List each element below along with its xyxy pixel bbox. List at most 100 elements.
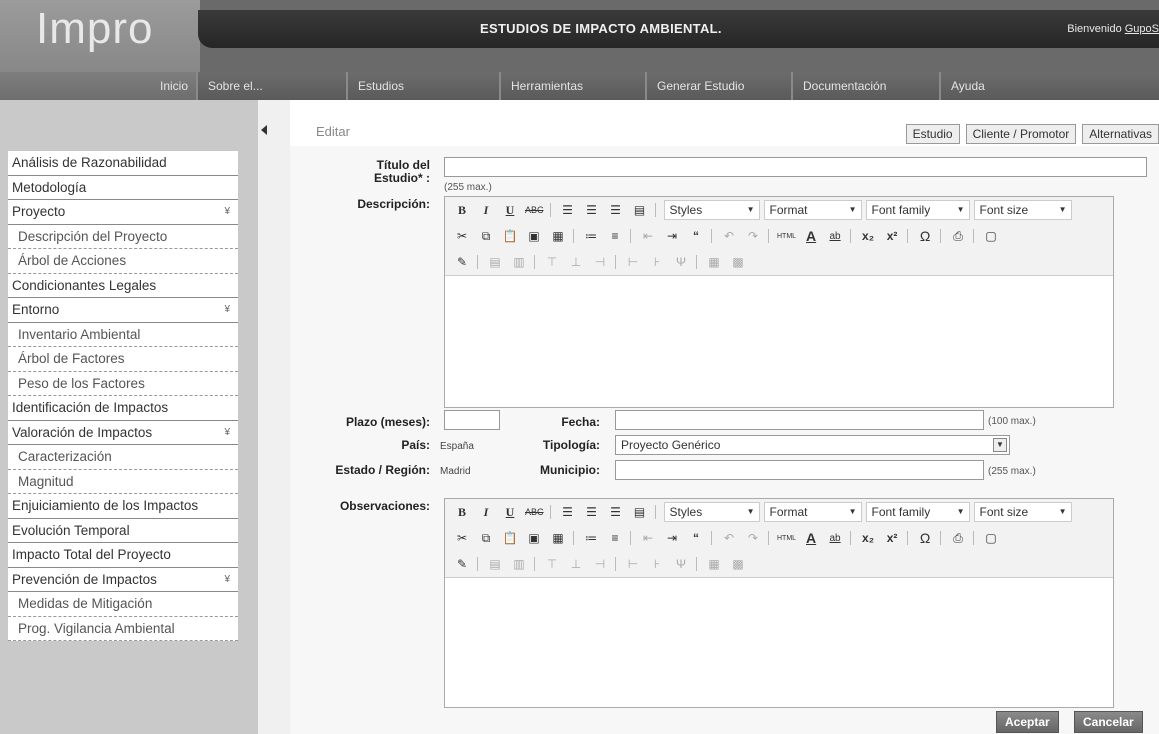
paste-icon[interactable]: 📋 xyxy=(501,531,519,545)
align-right-icon[interactable]: ☰ xyxy=(607,505,625,519)
special-char-icon[interactable]: Ω xyxy=(916,228,934,244)
fullscreen-icon[interactable]: ▢ xyxy=(982,531,1000,545)
descripcion-editor-body[interactable] xyxy=(445,289,1113,407)
html-source-icon[interactable]: HTML xyxy=(777,233,796,240)
sidebar-item[interactable]: Identificación de Impactos xyxy=(8,396,238,421)
nav-sobre[interactable]: Sobre el... xyxy=(198,72,348,100)
delete-row-icon[interactable]: ⊣ xyxy=(591,557,609,571)
format-dropdown[interactable]: Format ▼ xyxy=(763,502,862,522)
indent-icon[interactable]: ⇥ xyxy=(663,531,681,545)
bullet-list-icon[interactable]: ≔ xyxy=(582,531,600,545)
nav-inicio[interactable]: Inicio xyxy=(0,72,198,100)
plazo-input[interactable] xyxy=(444,410,500,430)
sidebar-subitem[interactable]: Caracterización xyxy=(8,445,238,470)
redo-icon[interactable]: ↷ xyxy=(744,531,762,545)
sidebar-subitem[interactable]: Magnitud xyxy=(8,469,238,494)
sidebar-item[interactable]: Entorno ¥ xyxy=(8,298,238,323)
underline-icon[interactable]: U xyxy=(501,203,519,218)
sidebar-item[interactable]: Metodología xyxy=(8,175,238,200)
align-right-icon[interactable]: ☰ xyxy=(607,203,625,217)
blockquote-icon[interactable]: “ xyxy=(687,531,705,545)
text-color-icon[interactable]: A xyxy=(802,530,820,546)
indent-icon[interactable]: ⇥ xyxy=(663,229,681,243)
sidebar-item[interactable]: Impacto Total del Proyecto xyxy=(8,543,238,568)
align-center-icon[interactable]: ☰ xyxy=(583,203,601,217)
table-props-icon[interactable]: ▥ xyxy=(510,557,528,571)
format-dropdown[interactable]: Format ▼ xyxy=(763,200,862,220)
font-family-dropdown[interactable]: Font family ▼ xyxy=(865,200,970,220)
fullscreen-icon[interactable]: ▢ xyxy=(982,229,1000,243)
edit-icon[interactable]: ✎ xyxy=(453,255,471,269)
delete-row-icon[interactable]: ⊣ xyxy=(591,255,609,269)
strikethrough-icon[interactable]: ABC xyxy=(525,507,544,517)
chevron-down-icon[interactable]: ▼ xyxy=(993,438,1007,452)
sidebar-subitem[interactable]: Árbol de Acciones xyxy=(8,249,238,274)
align-justify-icon[interactable]: ▤ xyxy=(631,203,649,217)
font-size-dropdown[interactable]: Font size ▼ xyxy=(973,200,1072,220)
col-after-icon[interactable]: ⊦ xyxy=(648,255,666,269)
superscript-icon[interactable]: x² xyxy=(883,229,901,243)
numbered-list-icon[interactable]: ≡ xyxy=(606,531,624,545)
sidebar-subitem[interactable]: Prog. Vigilancia Ambiental xyxy=(8,616,238,641)
nav-ayuda[interactable]: Ayuda xyxy=(941,72,1159,100)
titulo-input[interactable] xyxy=(444,157,1147,177)
copy-icon[interactable]: ⧉ xyxy=(477,229,495,244)
font-size-dropdown[interactable]: Font size ▼ xyxy=(973,502,1072,522)
underline-icon[interactable]: U xyxy=(501,505,519,520)
outdent-icon[interactable]: ⇤ xyxy=(639,229,657,243)
tab-alternativas[interactable]: Alternativas xyxy=(1082,124,1159,144)
bold-icon[interactable]: B xyxy=(453,505,471,520)
sidebar-subitem[interactable]: Árbol de Factores xyxy=(8,347,238,372)
row-before-icon[interactable]: ⊤ xyxy=(543,557,561,571)
table-icon[interactable]: ▤ xyxy=(486,557,504,571)
tipologia-select[interactable]: Proyecto Genérico ▼ xyxy=(615,435,1010,455)
styles-dropdown[interactable]: Styles ▼ xyxy=(663,502,760,522)
table-props-icon[interactable]: ▥ xyxy=(510,255,528,269)
sidebar-item[interactable]: Valoración de Impactos ¥ xyxy=(8,420,238,445)
styles-dropdown[interactable]: Styles ▼ xyxy=(663,200,760,220)
align-left-icon[interactable]: ☰ xyxy=(559,505,577,519)
expand-caret-icon[interactable]: ¥ xyxy=(224,421,230,444)
print-icon[interactable]: ⎙ xyxy=(949,531,967,546)
outdent-icon[interactable]: ⇤ xyxy=(639,531,657,545)
redo-icon[interactable]: ↷ xyxy=(744,229,762,243)
split-cells-icon[interactable]: ▩ xyxy=(729,255,747,269)
undo-icon[interactable]: ↶ xyxy=(720,531,738,545)
sidebar-item[interactable]: Evolución Temporal xyxy=(8,518,238,543)
nav-generar-estudio[interactable]: Generar Estudio xyxy=(647,72,793,100)
align-justify-icon[interactable]: ▤ xyxy=(631,505,649,519)
delete-col-icon[interactable]: Ψ xyxy=(672,557,690,571)
municipio-input[interactable] xyxy=(615,460,984,480)
highlight-color-icon[interactable]: ab xyxy=(826,231,844,242)
split-cells-icon[interactable]: ▩ xyxy=(729,557,747,571)
col-before-icon[interactable]: ⊢ xyxy=(624,255,642,269)
sidebar-item[interactable]: Prevención de Impactos ¥ xyxy=(8,567,238,592)
table-icon[interactable]: ▤ xyxy=(486,255,504,269)
col-before-icon[interactable]: ⊢ xyxy=(624,557,642,571)
paste-text-icon[interactable]: ▣ xyxy=(525,531,543,545)
italic-icon[interactable]: I xyxy=(477,203,495,218)
expand-caret-icon[interactable]: ¥ xyxy=(224,200,230,223)
align-left-icon[interactable]: ☰ xyxy=(559,203,577,217)
sidebar-subitem[interactable]: Medidas de Mitigación xyxy=(8,592,238,617)
sidebar-item[interactable]: Enjuiciamiento de los Impactos xyxy=(8,494,238,519)
special-char-icon[interactable]: Ω xyxy=(916,530,934,546)
sidebar-item[interactable]: Condicionantes Legales xyxy=(8,273,238,298)
observaciones-editor-body[interactable] xyxy=(445,591,1113,707)
numbered-list-icon[interactable]: ≡ xyxy=(606,229,624,243)
sidebar-item[interactable]: Análisis de Razonabilidad xyxy=(8,151,238,176)
align-center-icon[interactable]: ☰ xyxy=(583,505,601,519)
paste-icon[interactable]: 📋 xyxy=(501,229,519,243)
subscript-icon[interactable]: x₂ xyxy=(859,531,877,545)
nav-estudios[interactable]: Estudios xyxy=(348,72,501,100)
edit-icon[interactable]: ✎ xyxy=(453,557,471,571)
font-family-dropdown[interactable]: Font family ▼ xyxy=(865,502,970,522)
sidebar-item[interactable]: Proyecto ¥ xyxy=(8,200,238,225)
tab-cliente-promotor[interactable]: Cliente / Promotor xyxy=(965,124,1077,144)
paste-text-icon[interactable]: ▣ xyxy=(525,229,543,243)
cancel-button[interactable]: Cancelar xyxy=(1074,711,1143,733)
expand-caret-icon[interactable]: ¥ xyxy=(224,298,230,321)
print-icon[interactable]: ⎙ xyxy=(949,229,967,244)
superscript-icon[interactable]: x² xyxy=(883,531,901,545)
row-before-icon[interactable]: ⊤ xyxy=(543,255,561,269)
